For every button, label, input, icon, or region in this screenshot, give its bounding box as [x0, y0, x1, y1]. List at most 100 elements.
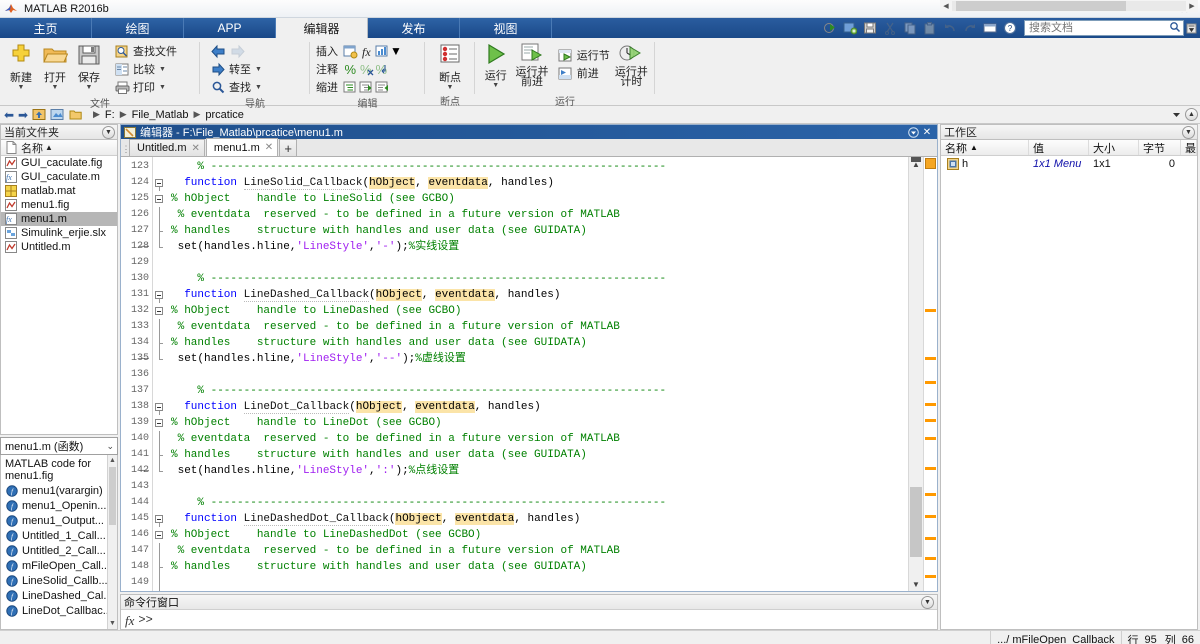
- chevron-down-icon[interactable]: [1167, 109, 1185, 120]
- analyzer-warning-mark[interactable]: [925, 403, 936, 406]
- nav-up-icon[interactable]: [30, 108, 48, 121]
- fold-marker[interactable]: [153, 431, 167, 447]
- close-icon[interactable]: ✕: [265, 142, 273, 153]
- executable-line-marker[interactable]: —: [139, 239, 149, 255]
- code-line[interactable]: function LineSolid_Callback(hObject, eve…: [167, 175, 908, 191]
- breakpoints-button[interactable]: 断点 ▼: [433, 40, 467, 91]
- scroll-up-icon[interactable]: ▲: [108, 455, 117, 466]
- list-item[interactable]: fx GUI_caculate.m: [1, 170, 117, 184]
- chevron-down-icon[interactable]: ▼: [492, 82, 499, 89]
- goto-button[interactable]: 转至 ▼: [208, 60, 264, 78]
- chevron-down-icon[interactable]: ▼: [921, 595, 934, 609]
- list-item[interactable]: f LineSolid_Callb...: [1, 573, 117, 588]
- fold-marker[interactable]: [153, 447, 167, 463]
- list-item[interactable]: f menu1_Openin...: [1, 498, 117, 513]
- fold-marker[interactable]: [153, 319, 167, 335]
- code-line[interactable]: % eventdata reserved - to be defined in …: [167, 543, 908, 559]
- open-file-button[interactable]: 打开 ▼: [38, 40, 72, 91]
- code-line[interactable]: % handles structure with handles and use…: [167, 447, 908, 463]
- fold-marker[interactable]: [153, 415, 167, 431]
- fold-marker[interactable]: [153, 511, 167, 527]
- insert-function-icon[interactable]: fx: [358, 43, 374, 59]
- wrap-comment-icon[interactable]: %: [374, 61, 390, 77]
- workspace-col-extra[interactable]: 最: [1181, 140, 1197, 155]
- close-icon[interactable]: ✕: [192, 143, 200, 154]
- command-window-body[interactable]: fx >>: [121, 610, 937, 629]
- scroll-thumb[interactable]: [109, 467, 116, 525]
- help-icon[interactable]: ?: [1000, 19, 1020, 37]
- executable-line-marker[interactable]: —: [139, 351, 149, 367]
- chevron-down-icon[interactable]: ⌄: [106, 441, 114, 452]
- find-button[interactable]: 查找 ▼: [208, 78, 264, 96]
- list-item[interactable]: GUI_caculate.fig: [1, 156, 117, 170]
- fold-marker[interactable]: [153, 335, 167, 351]
- code-line[interactable]: % eventdata reserved - to be defined in …: [167, 431, 908, 447]
- indent-right-icon[interactable]: [358, 79, 374, 95]
- new-tab-button[interactable]: +: [279, 139, 298, 156]
- chevron-down-icon[interactable]: ▼: [255, 84, 262, 91]
- fold-marker[interactable]: [153, 271, 167, 287]
- editor-vertical-scrollbar[interactable]: ▲ ▼: [908, 157, 923, 591]
- run-section-button[interactable]: 运行节: [556, 46, 612, 64]
- fold-marker[interactable]: [153, 191, 167, 207]
- analyzer-warning-mark[interactable]: [925, 493, 936, 496]
- list-item[interactable]: f LineDot_Callbac...: [1, 603, 117, 618]
- run-advance-button[interactable]: 运行并 前进: [512, 40, 551, 88]
- close-icon[interactable]: ✕: [920, 126, 934, 138]
- run-time-button[interactable]: 运行并 计时: [612, 40, 651, 88]
- code-line[interactable]: % --------------------------------------…: [167, 159, 908, 175]
- chevron-down-icon[interactable]: ▼: [86, 84, 93, 91]
- chevron-down-icon[interactable]: ▼: [447, 84, 454, 91]
- analyzer-warning-mark[interactable]: [925, 515, 936, 518]
- workspace-col-size[interactable]: 大小: [1089, 140, 1139, 155]
- code-line[interactable]: set(handles.hline,'LineStyle','-');%实线设置: [167, 239, 908, 255]
- fold-marker[interactable]: [153, 575, 167, 591]
- fold-marker[interactable]: [153, 175, 167, 191]
- file-list[interactable]: 名称 ▲ GUI_caculate.fig fx GUI_caculate.m …: [0, 140, 118, 435]
- chevron-down-icon[interactable]: ▼: [52, 84, 59, 91]
- fold-marker[interactable]: [153, 383, 167, 399]
- analyzer-warning-mark[interactable]: [925, 437, 936, 440]
- code-line[interactable]: % handles structure with handles and use…: [167, 223, 908, 239]
- fold-collapse-icon[interactable]: [155, 179, 163, 187]
- analyzer-warning-mark[interactable]: [925, 357, 936, 360]
- fold-marker[interactable]: [153, 287, 167, 303]
- save-icon[interactable]: [860, 19, 880, 37]
- code-line[interactable]: % hObject handle to LineDot (see GCBO): [167, 415, 908, 431]
- fold-marker[interactable]: [153, 207, 167, 223]
- fold-marker[interactable]: —: [139, 239, 167, 255]
- code-line[interactable]: function LineDashed_Callback(hObject, ev…: [167, 287, 908, 303]
- magnifier-icon[interactable]: [1169, 21, 1181, 36]
- search-input[interactable]: [1027, 21, 1167, 35]
- tab-apps[interactable]: APP: [184, 18, 276, 38]
- nav-back-icon[interactable]: ⬅: [2, 108, 16, 122]
- print-button[interactable]: 打印 ▼: [112, 78, 179, 96]
- find-files-button[interactable]: 查找文件: [112, 42, 179, 60]
- nav-forward-icon[interactable]: ➡: [16, 108, 30, 122]
- list-item[interactable]: f menu1(varargin): [1, 483, 117, 498]
- list-item[interactable]: Simulink_erjie.slx: [1, 226, 117, 240]
- tab-publish[interactable]: 发布: [368, 18, 460, 38]
- scroll-thumb[interactable]: [910, 487, 922, 557]
- code-line[interactable]: set(handles.hline,'LineStyle','--');%虚线设…: [167, 351, 908, 367]
- save-workspace-icon[interactable]: [840, 19, 860, 37]
- code-line[interactable]: % --------------------------------------…: [167, 495, 908, 511]
- scroll-down-icon[interactable]: ▼: [909, 577, 923, 591]
- breadcrumb-item-drive[interactable]: F:: [105, 109, 115, 121]
- fold-marker[interactable]: [153, 223, 167, 239]
- fold-collapse-icon[interactable]: [155, 419, 163, 427]
- workspace-body[interactable]: 名称 ▲ 值 大小 字节 最 h 1x1 Menu 1x1 0: [940, 140, 1198, 630]
- fold-marker[interactable]: [153, 303, 167, 319]
- code-line[interactable]: function LineDot_Callback(hObject, event…: [167, 399, 908, 415]
- list-item[interactable]: f Untitled_2_Call...: [1, 543, 117, 558]
- chevron-down-icon[interactable]: ▼: [159, 84, 166, 91]
- editor-tab-untitled[interactable]: Untitled.m ✕: [129, 139, 205, 156]
- indent-left-icon[interactable]: [374, 79, 390, 95]
- workspace-col-value[interactable]: 值: [1029, 140, 1089, 155]
- new-file-button[interactable]: 新建 ▼: [4, 40, 38, 91]
- analyzer-warning-mark[interactable]: [925, 419, 936, 422]
- tab-plots[interactable]: 绘图: [92, 18, 184, 38]
- fold-collapse-icon[interactable]: [155, 515, 163, 523]
- analyzer-warning-mark[interactable]: [925, 557, 936, 560]
- code-line[interactable]: set(handles.hline,'LineStyle',':');%点线设置: [167, 463, 908, 479]
